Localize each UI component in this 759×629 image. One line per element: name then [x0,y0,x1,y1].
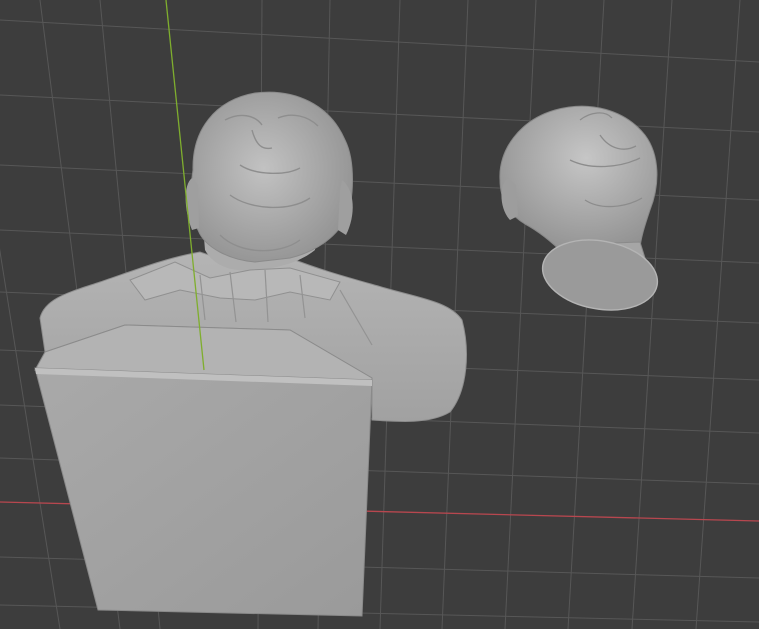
bust-head[interactable] [190,91,353,263]
head-skull[interactable] [499,105,658,256]
head-object[interactable] [499,105,663,318]
bust-base-front[interactable] [34,367,373,617]
viewport-canvas[interactable] [0,0,759,629]
bust-object[interactable] [34,91,467,617]
3d-viewport[interactable] [0,0,759,629]
bust-left-ear[interactable] [185,178,199,230]
